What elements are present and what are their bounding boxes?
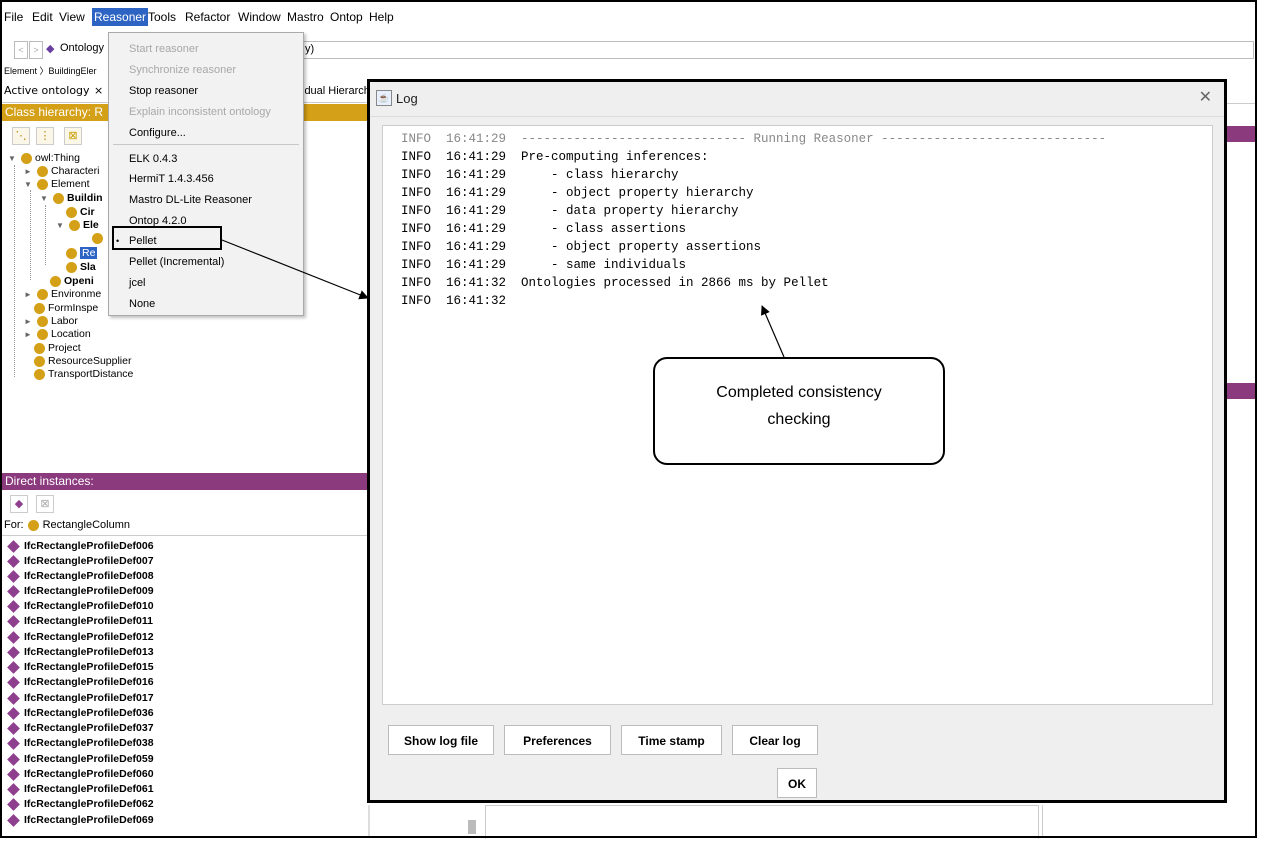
callout-arrow	[761, 305, 785, 358]
annotation-arrows	[221, 239, 785, 358]
pellet-arrow	[221, 239, 369, 300]
